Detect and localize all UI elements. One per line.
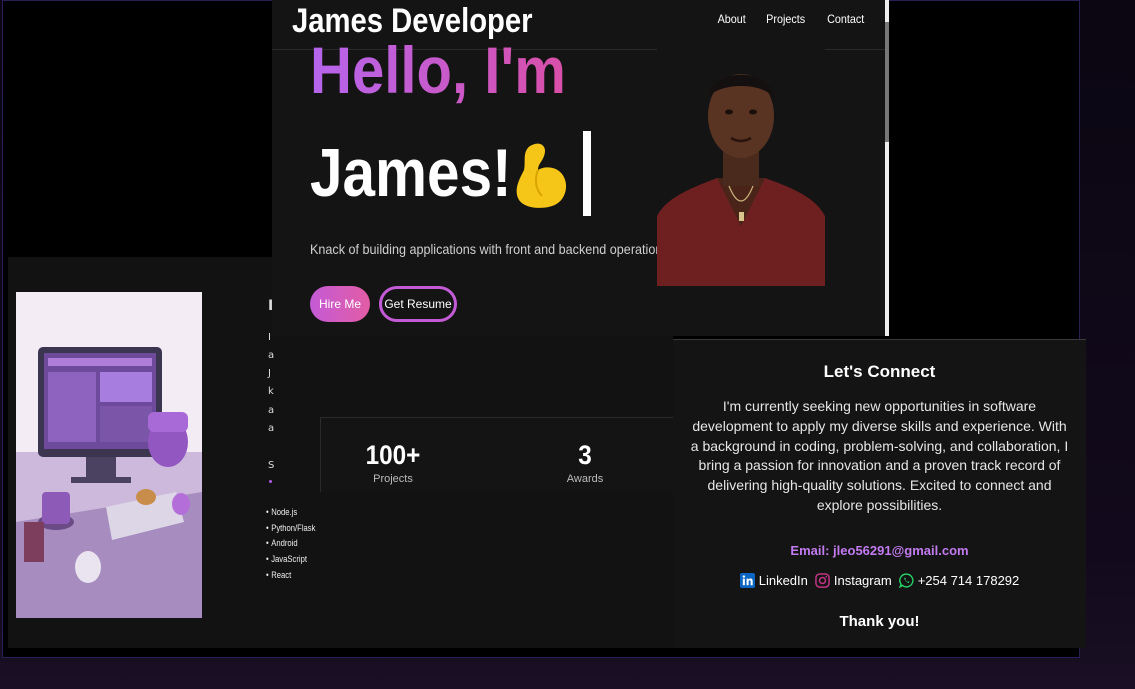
typing-caret	[583, 131, 591, 216]
phone-label: +254 714 178292	[917, 573, 1020, 588]
instagram-link[interactable]: Instagram	[815, 573, 892, 588]
get-resume-button[interactable]: Get Resume	[379, 286, 457, 322]
stat-label: Awards	[566, 473, 604, 485]
skill-item: JavaScript	[266, 552, 315, 568]
linkedin-link[interactable]: LinkedIn	[739, 573, 808, 588]
about-text-fragment: k	[268, 386, 274, 397]
linkedin-icon	[739, 573, 755, 588]
closing-text: Thank you!	[839, 613, 920, 630]
nav-contact-link[interactable]: Contact	[827, 12, 864, 26]
hero-tagline: Knack of building applications with fron…	[310, 241, 663, 257]
about-text-fragment: a	[268, 423, 275, 434]
scrollbar-thumb[interactable]	[885, 22, 889, 142]
skill-item: Android	[266, 536, 315, 552]
skills-heading-fragment: S	[268, 460, 275, 471]
skill-item: Python/Flask	[266, 521, 315, 537]
scrollbar-track[interactable]	[885, 0, 889, 336]
stat-value: 100+	[365, 440, 421, 470]
linkedin-label: LinkedIn	[758, 573, 808, 588]
skills-list: Node.js Python/Flask Android JavaScript …	[266, 505, 324, 583]
stats-card: 100+ Projects 3 Awards	[320, 417, 673, 492]
stat-projects: 100+ Projects	[349, 440, 437, 485]
about-text-fragment: a	[268, 405, 275, 416]
about-text-fragment: a	[268, 350, 275, 361]
profile-photo	[657, 46, 825, 286]
contact-card: Let's Connect I'm currently seeking new …	[673, 339, 1086, 648]
instagram-label: Instagram	[833, 573, 892, 588]
hire-me-button[interactable]: Hire Me	[310, 286, 370, 322]
contact-body: I'm currently seeking new opportunities …	[690, 398, 1069, 513]
contact-email-link[interactable]: Email: jleo56291@gmail.com	[673, 543, 1086, 558]
hero-window: James Developer About Projects Contact H…	[272, 0, 889, 336]
about-text-fragment: J	[268, 368, 271, 379]
social-links: LinkedIn Instagram +254 714 178292	[673, 573, 1086, 588]
skills-heading-underline	[269, 480, 272, 483]
stat-label: Projects	[373, 473, 413, 485]
stat-awards: 3 Awards	[551, 440, 619, 485]
whatsapp-link[interactable]: +254 714 178292	[898, 573, 1020, 588]
flexed-biceps-icon	[516, 143, 567, 208]
skill-item: React	[266, 568, 315, 584]
whatsapp-icon	[898, 573, 914, 588]
workspace-illustration	[16, 292, 202, 618]
stat-value: 3	[578, 440, 592, 470]
hero-greeting: Hello, I'm	[310, 33, 566, 107]
contact-title: Let's Connect	[823, 362, 936, 381]
skill-item: Node.js	[266, 505, 315, 521]
instagram-icon	[815, 573, 830, 588]
nav-links: About Projects Contact	[716, 12, 883, 26]
nav-about-link[interactable]: About	[718, 12, 746, 26]
about-text-fragment: I	[268, 332, 271, 343]
hero-name: James!	[310, 135, 512, 211]
nav-projects-link[interactable]: Projects	[767, 12, 806, 26]
